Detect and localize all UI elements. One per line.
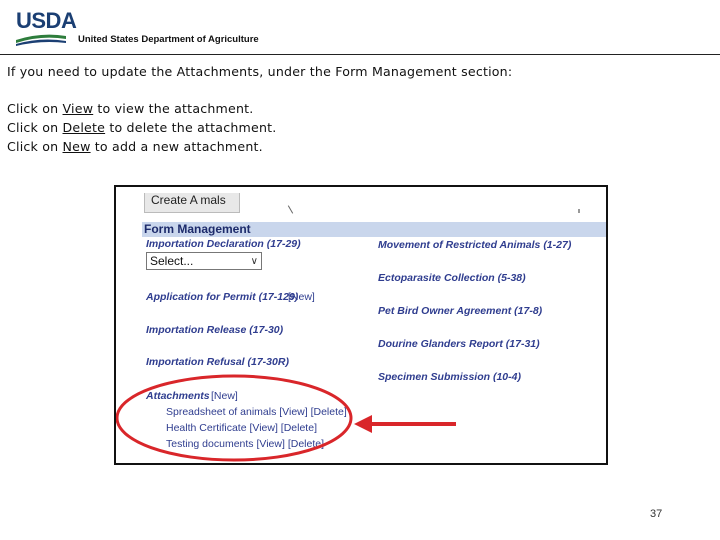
- form-management-screenshot: Create A mals Form Management Importatio…: [114, 185, 608, 465]
- highlight-annotation: [116, 374, 456, 462]
- instruction-text: to delete the attachment.: [105, 120, 277, 135]
- page-number: 37: [650, 508, 663, 520]
- usda-logo: USDA United States Department of Agricul…: [16, 8, 259, 48]
- instruction-text: Click on: [7, 101, 63, 116]
- instruction-delete: Click on Delete to delete the attachment…: [7, 120, 276, 135]
- instruction-text: Click on: [7, 120, 63, 135]
- department-name: United States Department of Agriculture: [78, 34, 259, 45]
- instruction-view: Click on View to view the attachment.: [7, 101, 253, 116]
- delete-link-text: Delete: [62, 120, 106, 135]
- instruction-text: Click on: [7, 139, 63, 154]
- header-divider: [0, 54, 720, 55]
- highlight-oval: [116, 374, 353, 462]
- instruction-new: Click on New to add a new attachment.: [7, 139, 263, 154]
- instruction-text: to add a new attachment.: [90, 139, 263, 154]
- new-link-text: New: [62, 139, 91, 154]
- instruction-intro: If you need to update the Attachments, u…: [7, 64, 513, 79]
- arrow-left-icon: [354, 415, 372, 433]
- logo-swoosh-icon: [16, 34, 66, 46]
- instruction-text: to view the attachment.: [93, 101, 254, 116]
- view-link-text: View: [62, 101, 94, 116]
